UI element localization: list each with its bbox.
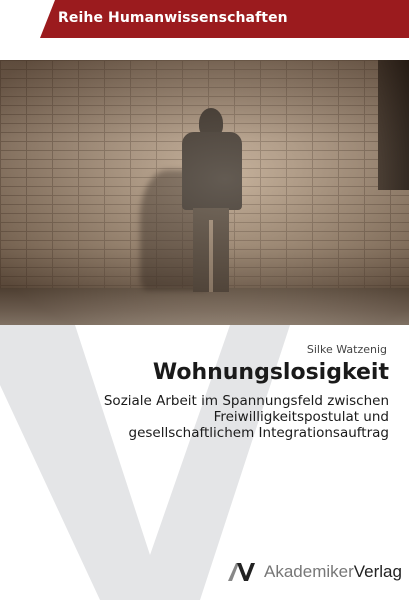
book-subtitle: Soziale Arbeit im Spannungsfeld zwischen…	[103, 393, 389, 441]
av-logo-icon	[228, 563, 255, 581]
photo-vignette	[0, 60, 409, 325]
cover-photo	[0, 60, 409, 325]
publisher-name-part2: Verlag	[353, 562, 402, 581]
publisher-logo: Akademiker Verlag	[228, 562, 402, 582]
book-title: Wohnungslosigkeit	[152, 360, 389, 385]
publisher-name-part1: Akademiker	[264, 562, 354, 581]
author: Silke Watzenig	[306, 343, 387, 356]
series-banner: Reihe Humanwissenschaften	[40, 0, 409, 38]
series-label: Reihe Humanwissenschaften	[58, 10, 288, 26]
